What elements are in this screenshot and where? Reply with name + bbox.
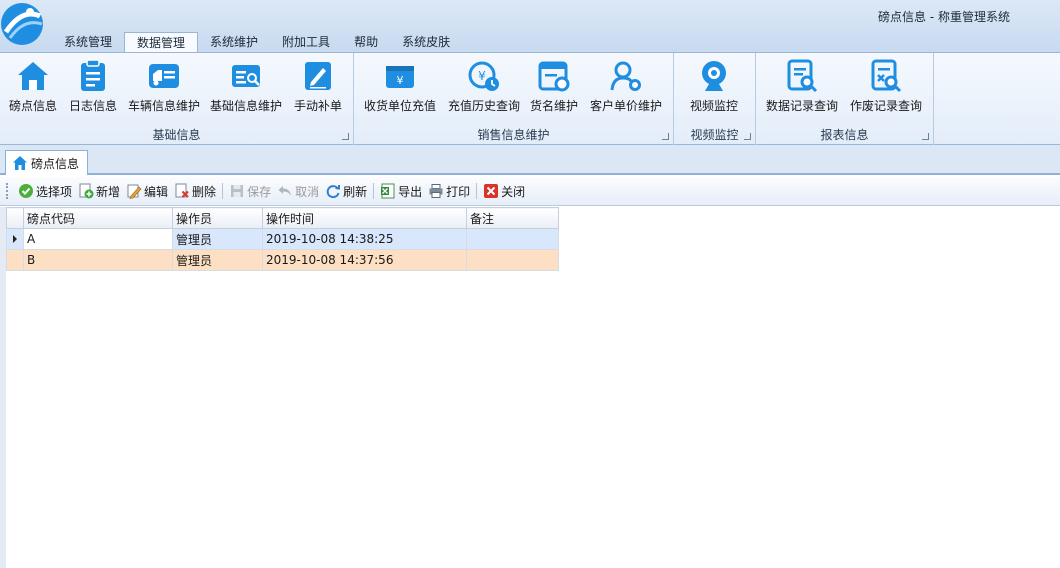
print-button[interactable]: 打印: [425, 180, 473, 202]
cell-operator[interactable]: 管理员: [172, 249, 263, 271]
manual-ticket-button[interactable]: 手动补单: [288, 57, 348, 119]
log-info-button[interactable]: 日志信息: [64, 57, 122, 119]
ribbon-group-report: 数据记录查询 作废记录查询 报表信息: [756, 53, 934, 145]
select-item-button[interactable]: 选择项: [15, 180, 75, 202]
clipboard-icon: [81, 59, 105, 91]
printer-icon: [429, 184, 443, 198]
customer-price-maintenance-button[interactable]: 客户单价维护: [586, 57, 666, 119]
tab-help[interactable]: 帮助: [342, 32, 390, 52]
data-grid: 磅点代码 操作员 操作时间 备注 A 管理员 2019-10-08 14:38:…: [0, 207, 1060, 568]
group-launcher-icon[interactable]: [662, 133, 669, 140]
toolbar-separator: [222, 183, 224, 199]
cell-time[interactable]: 2019-10-08 14:37:56: [262, 249, 467, 271]
toolbar-separator: [373, 183, 375, 199]
home-icon: [18, 62, 48, 90]
grid-table: 磅点代码 操作员 操作时间 备注 A 管理员 2019-10-08 14:38:…: [6, 207, 559, 271]
ribbon-tab-bar: 系统管理 数据管理 系统维护 附加工具 帮助 系统皮肤: [52, 32, 462, 53]
tab-system-management[interactable]: 系统管理: [52, 32, 124, 52]
row-indicator-header: [6, 207, 24, 229]
refresh-icon: [326, 185, 341, 199]
basic-info-maintenance-button[interactable]: 基础信息维护: [206, 57, 286, 119]
delete-button[interactable]: 删除: [171, 180, 219, 202]
cell-remark[interactable]: [466, 249, 559, 271]
truck-icon: [149, 64, 179, 88]
grid-toolbar: 选择项 新增 编辑 删除 保存 取消 刷新 导出 打印 关闭: [0, 177, 1060, 206]
column-header-code[interactable]: 磅点代码: [23, 207, 173, 229]
group-launcher-icon[interactable]: [744, 133, 751, 140]
refresh-button[interactable]: 刷新: [322, 180, 370, 202]
document-search-icon: [787, 59, 818, 93]
tab-extra-tools[interactable]: 附加工具: [270, 32, 342, 52]
data-record-query-button[interactable]: 数据记录查询: [762, 57, 842, 119]
ribbon-group-video: 视频监控 视频监控: [674, 53, 756, 145]
check-circle-icon: [19, 184, 33, 198]
tab-data-management[interactable]: 数据管理: [124, 32, 199, 53]
ribbon-group-label: 报表信息: [820, 128, 869, 142]
ribbon-group-label: 视频监控: [690, 128, 739, 142]
user-settings-icon: [610, 61, 641, 91]
edit-list-icon: [232, 65, 260, 87]
save-icon: [231, 185, 244, 197]
undo-arrow-icon: [278, 186, 292, 196]
close-icon: [484, 184, 499, 198]
goods-settings-icon: [538, 61, 570, 92]
export-button[interactable]: 导出: [377, 180, 425, 202]
close-button[interactable]: 关闭: [480, 180, 528, 202]
column-header-time[interactable]: 操作时间: [262, 207, 467, 229]
consignee-recharge-button[interactable]: ¥ 收货单位充值: [360, 57, 440, 119]
grid-header-row: 磅点代码 操作员 操作时间 备注: [6, 207, 559, 229]
column-header-operator[interactable]: 操作员: [172, 207, 263, 229]
video-monitor-button[interactable]: 视频监控: [682, 57, 746, 119]
void-record-query-button[interactable]: 作废记录查询: [846, 57, 926, 119]
doc-tab-scale-point-info[interactable]: 磅点信息: [5, 150, 89, 175]
group-launcher-icon[interactable]: [342, 133, 349, 140]
tab-system-skin[interactable]: 系统皮肤: [390, 32, 462, 52]
cell-remark[interactable]: [466, 228, 559, 250]
current-row-arrow-icon: [13, 235, 17, 243]
doc-tab-label: 磅点信息: [31, 156, 80, 171]
column-header-remark[interactable]: 备注: [466, 207, 559, 229]
ribbon: 磅点信息 日志信息 车辆信息维护 基础信息维护 手动补单 基础信息 ¥ 收货单位…: [0, 52, 1060, 145]
ribbon-group-label: 基础信息: [152, 128, 201, 142]
document-tab-strip: 磅点信息: [0, 145, 1060, 175]
edit-button[interactable]: 编辑: [123, 180, 171, 202]
webcam-icon: [702, 61, 726, 91]
toolbar-grip[interactable]: [6, 183, 9, 199]
yen-history-icon: ¥: [468, 61, 499, 91]
app-logo-icon[interactable]: [0, 2, 46, 48]
title-bar: 磅点信息 - 称重管理系统 系统管理 数据管理 系统维护 附加工具 帮助 系统皮…: [0, 0, 1060, 53]
add-button[interactable]: 新增: [75, 180, 123, 202]
svg-text:¥: ¥: [397, 74, 404, 87]
toolbar-separator: [476, 183, 478, 199]
table-row[interactable]: B 管理员 2019-10-08 14:37:56: [6, 249, 559, 271]
wallet-yen-icon: ¥: [386, 66, 414, 88]
document-cancel-search-icon: [871, 59, 902, 93]
cell-operator[interactable]: 管理员: [172, 228, 263, 250]
ribbon-group-sales: ¥ 收货单位充值 ¥ 充值历史查询 货名维护 客户单价维护 销售信息维护: [354, 53, 674, 145]
goods-name-maintenance-button[interactable]: 货名维护: [528, 57, 580, 119]
vehicle-info-maintenance-button[interactable]: 车辆信息维护: [124, 57, 204, 119]
cell-code[interactable]: A: [23, 228, 173, 250]
scale-point-info-button[interactable]: 磅点信息: [4, 57, 62, 119]
edit-document-icon: [305, 62, 331, 90]
cancel-button[interactable]: 取消: [274, 180, 322, 202]
svg-text:¥: ¥: [478, 69, 486, 83]
recharge-history-query-button[interactable]: ¥ 充值历史查询: [444, 57, 524, 119]
home-icon: [13, 156, 27, 170]
table-row[interactable]: A 管理员 2019-10-08 14:38:25: [6, 228, 559, 250]
excel-export-icon: [381, 183, 395, 199]
ribbon-group-label: 销售信息维护: [477, 128, 550, 142]
delete-document-icon: [175, 183, 189, 198]
add-document-icon: [79, 183, 94, 199]
group-launcher-icon[interactable]: [922, 133, 929, 140]
row-indicator[interactable]: [6, 249, 24, 271]
cell-time[interactable]: 2019-10-08 14:38:25: [262, 228, 467, 250]
tab-system-maintenance[interactable]: 系统维护: [198, 32, 270, 52]
cell-code[interactable]: B: [23, 249, 173, 271]
save-button[interactable]: 保存: [226, 180, 274, 202]
pencil-icon: [127, 184, 142, 199]
window-title: 磅点信息 - 称重管理系统: [878, 10, 1010, 24]
row-indicator[interactable]: [6, 228, 24, 250]
ribbon-group-basic: 磅点信息 日志信息 车辆信息维护 基础信息维护 手动补单 基础信息: [0, 53, 354, 145]
